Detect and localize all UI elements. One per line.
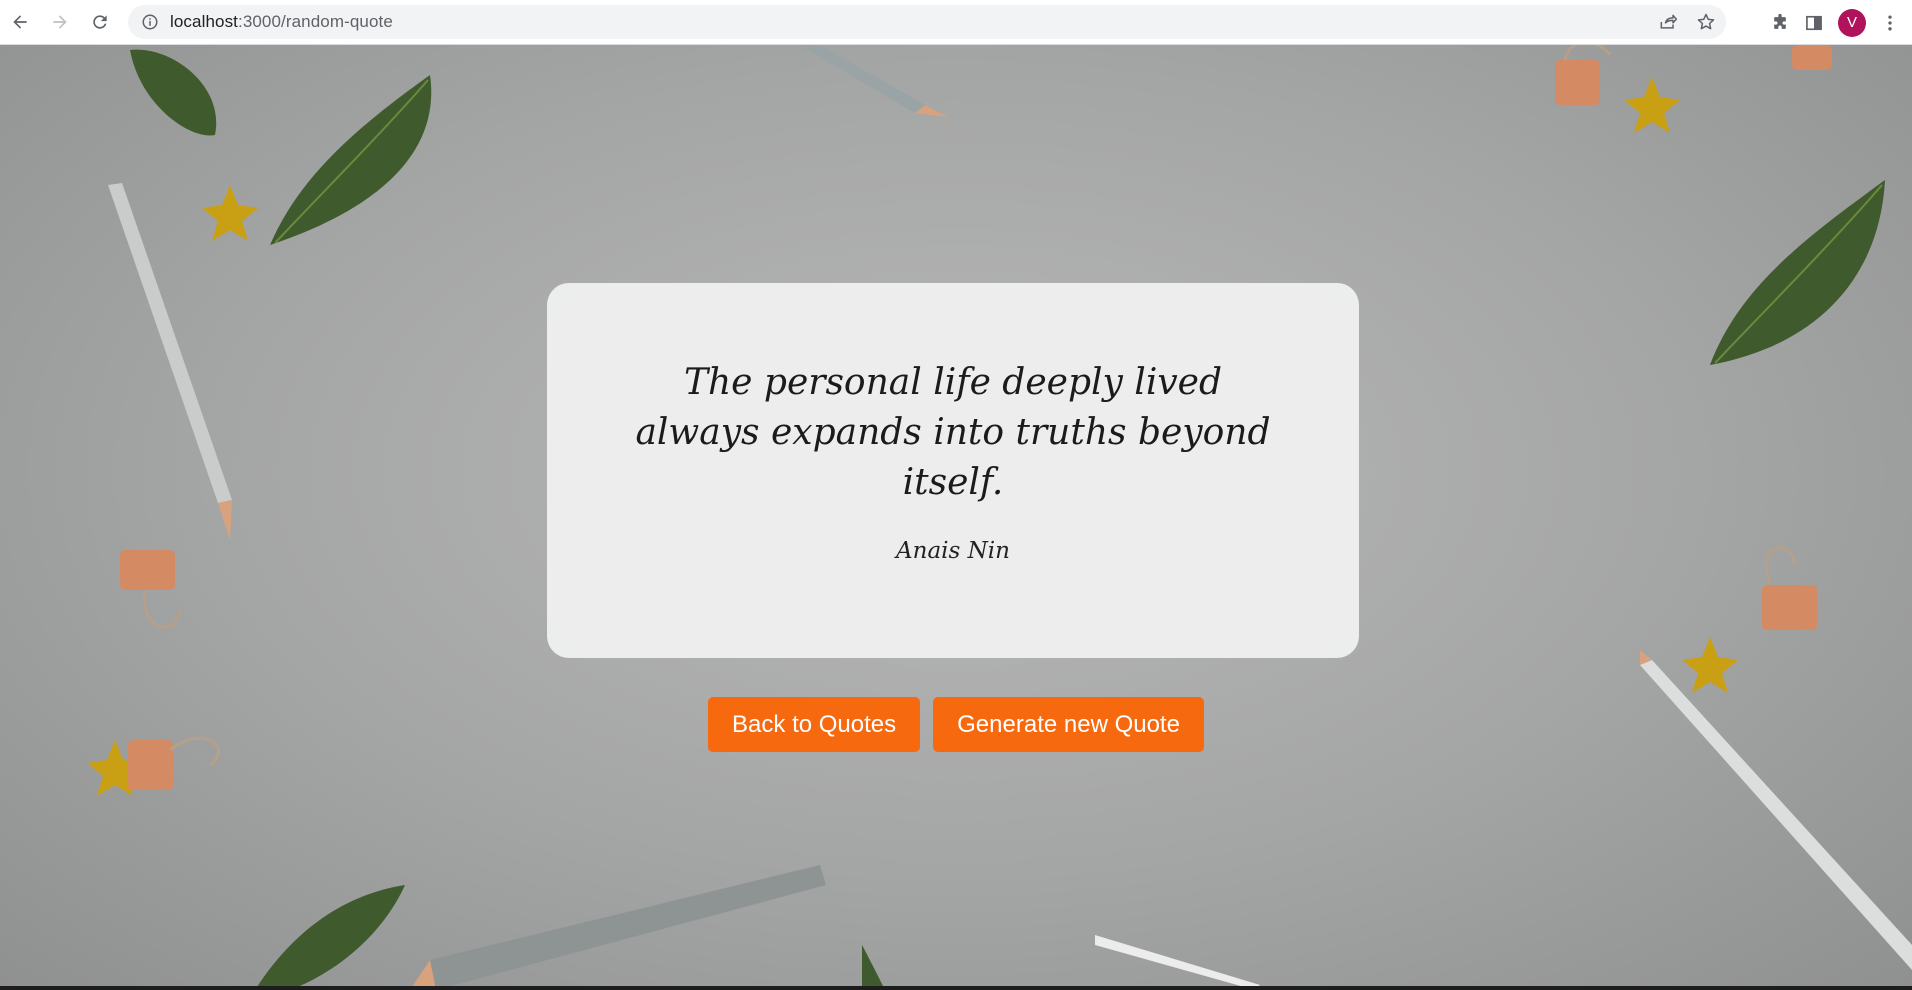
- reload-icon: [93, 15, 107, 29]
- forward-button[interactable]: [40, 2, 80, 42]
- back-to-quotes-button[interactable]: Back to Quotes: [708, 697, 921, 752]
- share-icon[interactable]: [1658, 12, 1678, 32]
- back-button[interactable]: [0, 2, 40, 42]
- generate-new-quote-button[interactable]: Generate new Quote: [933, 697, 1204, 752]
- forward-arrow-icon: [53, 15, 67, 29]
- url-text[interactable]: localhost:3000/random-quote: [170, 12, 393, 32]
- quote-card: The personal life deeply lived always ex…: [547, 283, 1359, 658]
- bottom-edge: [0, 986, 1912, 990]
- side-panel-icon[interactable]: [1804, 13, 1824, 33]
- info-icon[interactable]: [140, 12, 160, 32]
- profile-avatar[interactable]: V: [1838, 8, 1866, 37]
- action-buttons: Back to Quotes Generate new Quote: [0, 697, 1912, 752]
- reload-button[interactable]: [80, 2, 120, 42]
- address-bar[interactable]: localhost:3000/random-quote: [128, 5, 1726, 39]
- browser-actions: V: [1770, 0, 1912, 45]
- back-arrow-icon: [13, 15, 27, 29]
- profile-initial: V: [1846, 14, 1857, 31]
- star-icon[interactable]: [1696, 12, 1716, 32]
- url-host: localhost: [170, 12, 238, 31]
- extensions-icon[interactable]: [1770, 13, 1790, 33]
- omnibox-actions: [1658, 12, 1716, 32]
- more-menu-icon[interactable]: [1880, 13, 1900, 33]
- quote-text: The personal life deeply lived always ex…: [635, 361, 1271, 503]
- browser-toolbar: localhost:3000/random-quote V: [0, 0, 1912, 45]
- page-background: The personal life deeply lived always ex…: [0, 45, 1912, 990]
- url-path: :3000/random-quote: [238, 12, 393, 31]
- quote-author: Anais Nin: [896, 537, 1010, 564]
